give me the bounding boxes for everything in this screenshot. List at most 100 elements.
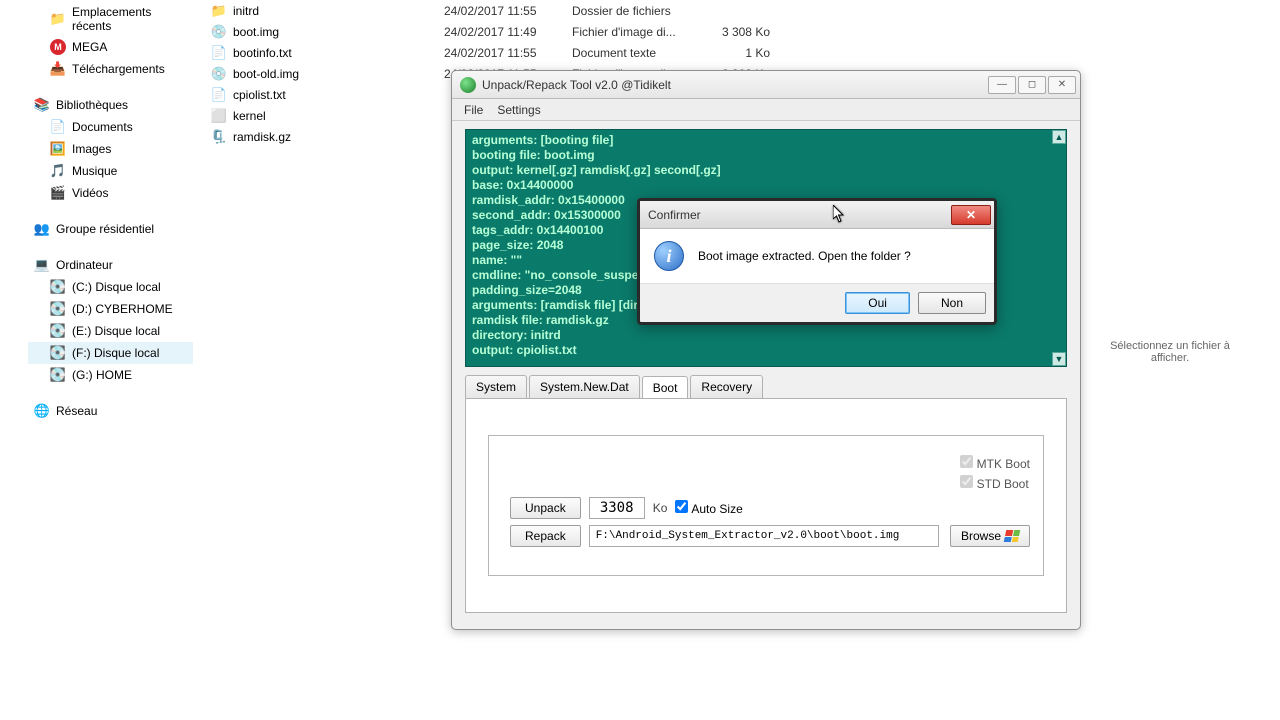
drive-icon: 💽 (50, 301, 66, 317)
windows-flag-icon (1004, 530, 1021, 542)
dialog-title: Confirmer (648, 208, 951, 222)
nav-downloads[interactable]: 📥Téléchargements (28, 58, 193, 80)
nav-label: Bibliothèques (56, 98, 128, 112)
nav-homegroup[interactable]: 👥 Groupe résidentiel (28, 218, 193, 240)
file-date: 24/02/2017 11:49 (444, 25, 564, 39)
nav-documents[interactable]: 📄 Documents (28, 116, 193, 138)
checkbox-label: STD Boot (977, 477, 1029, 491)
libraries-icon: 📚 (34, 97, 50, 113)
downloads-icon: 📥 (50, 61, 66, 77)
nav-images[interactable]: 🖼️ Images (28, 138, 193, 160)
nav-label: Documents (72, 120, 133, 134)
tab-boot[interactable]: Boot (642, 376, 689, 399)
nav-drive-f[interactable]: 💽(F:) Disque local (28, 342, 193, 364)
dialog-titlebar[interactable]: Confirmer ✕ (640, 201, 994, 229)
opt-std-boot[interactable]: STD Boot (960, 475, 1030, 491)
boot-options: MTK Boot STD Boot (960, 455, 1030, 495)
minimize-button[interactable]: — (988, 76, 1016, 94)
computer-icon: 💻 (34, 257, 50, 273)
text-file-icon: 📄 (211, 87, 227, 103)
archive-icon: 🗜️ (211, 129, 227, 145)
file-row[interactable]: 📄bootinfo.txt24/02/2017 11:55Document te… (205, 42, 1075, 63)
recent-icon: 📁 (50, 11, 66, 27)
auto-size-option[interactable]: Auto Size (675, 500, 742, 516)
videos-icon: 🎬 (50, 185, 66, 201)
unpack-repack-tool-window: Unpack/Repack Tool v2.0 @Tidikelt — ◻ ✕ … (451, 70, 1081, 630)
maximize-button[interactable]: ◻ (1018, 76, 1046, 94)
explorer-nav: 📁Emplacements récents MMEGA 📥Téléchargem… (28, 2, 193, 422)
file-name: bootinfo.txt (233, 46, 292, 60)
nav-drive-c[interactable]: 💽 (C:) Disque local (28, 276, 193, 298)
nav-drive-e[interactable]: 💽(E:) Disque local (28, 320, 193, 342)
path-input[interactable] (589, 525, 939, 547)
tab-system-new-dat[interactable]: System.New.Dat (529, 375, 640, 398)
file-date: 24/02/2017 11:55 (444, 4, 564, 18)
nav-music[interactable]: 🎵 Musique (28, 160, 193, 182)
file-name: initrd (233, 4, 259, 18)
nav-label: Images (72, 142, 111, 156)
unpack-row: Unpack Ko Auto Size (510, 497, 743, 519)
menu-file[interactable]: File (464, 103, 483, 117)
menu-settings[interactable]: Settings (497, 103, 540, 117)
unpack-button[interactable]: Unpack (510, 497, 581, 519)
text-file-icon: 📄 (211, 45, 227, 61)
nav-mega[interactable]: MMEGA (28, 36, 193, 58)
app-icon (460, 77, 476, 93)
size-unit: Ko (653, 501, 668, 515)
file-type: Fichier d'image di... (572, 25, 692, 39)
opt-mtk-boot[interactable]: MTK Boot (960, 455, 1030, 471)
scroll-up-button[interactable]: ▲ (1052, 130, 1066, 144)
music-icon: 🎵 (50, 163, 66, 179)
info-icon: i (654, 241, 684, 271)
file-name: cpiolist.txt (233, 88, 286, 102)
repack-row: Repack (510, 525, 939, 547)
images-icon: 🖼️ (50, 141, 66, 157)
nav-label: (C:) Disque local (72, 280, 161, 294)
size-input[interactable] (589, 497, 645, 519)
nav-drive-g[interactable]: 💽(G:) HOME (28, 364, 193, 386)
drive-icon: 💽 (50, 367, 66, 383)
nav-label: Musique (72, 164, 117, 178)
browse-button[interactable]: Browse (950, 525, 1030, 547)
dialog-buttons: Oui Non (640, 284, 994, 322)
yes-button[interactable]: Oui (845, 292, 910, 314)
nav-network[interactable]: 🌐Réseau (28, 400, 193, 422)
file-row[interactable]: 📁 initrd 24/02/2017 11:55 Dossier de fichie… (205, 0, 1075, 21)
nav-label: Groupe résidentiel (56, 222, 154, 236)
mtk-boot-checkbox[interactable] (960, 455, 973, 468)
nav-computer[interactable]: 💻 Ordinateur (28, 254, 193, 276)
homegroup-icon: 👥 (34, 221, 50, 237)
nav-drive-d[interactable]: 💽 (D:) CYBERHOME (28, 298, 193, 320)
tab-recovery[interactable]: Recovery (690, 375, 763, 398)
documents-icon: 📄 (50, 119, 66, 135)
menubar: File Settings (452, 99, 1080, 121)
auto-size-checkbox[interactable] (675, 500, 688, 513)
dialog-close-button[interactable]: ✕ (951, 205, 991, 225)
nav-label: (E:) Disque local (72, 324, 160, 338)
folder-icon: 📁 (211, 3, 227, 19)
mega-icon: M (50, 39, 66, 55)
nav-videos[interactable]: 🎬 Vidéos (28, 182, 193, 204)
file-name: kernel (233, 109, 266, 123)
file-row[interactable]: 💿boot.img24/02/2017 11:49Fichier d'image… (205, 21, 1075, 42)
nav-label: (D:) CYBERHOME (72, 302, 173, 316)
no-button[interactable]: Non (918, 292, 986, 314)
scroll-down-button[interactable]: ▼ (1052, 352, 1066, 366)
window-title: Unpack/Repack Tool v2.0 @Tidikelt (482, 78, 986, 92)
repack-button[interactable]: Repack (510, 525, 581, 547)
tab-system[interactable]: System (465, 375, 527, 398)
nav-label: Ordinateur (56, 258, 113, 272)
close-button[interactable]: ✕ (1048, 76, 1076, 94)
nav-libraries-header[interactable]: 📚 Bibliothèques (28, 94, 193, 116)
file-name: boot-old.img (233, 67, 299, 81)
drive-icon: 💽 (50, 345, 66, 361)
file-type: Dossier de fichiers (572, 4, 692, 18)
nav-recent[interactable]: 📁Emplacements récents (28, 2, 193, 36)
std-boot-checkbox[interactable] (960, 475, 973, 488)
nav-label: Vidéos (72, 186, 108, 200)
file-name: boot.img (233, 25, 279, 39)
titlebar[interactable]: Unpack/Repack Tool v2.0 @Tidikelt — ◻ ✕ (452, 71, 1080, 99)
drive-icon: 💽 (50, 279, 66, 295)
preview-pane-placeholder: Sélectionnez un fichier à afficher. (1100, 340, 1240, 364)
file-size: 1 Ko (700, 46, 770, 60)
